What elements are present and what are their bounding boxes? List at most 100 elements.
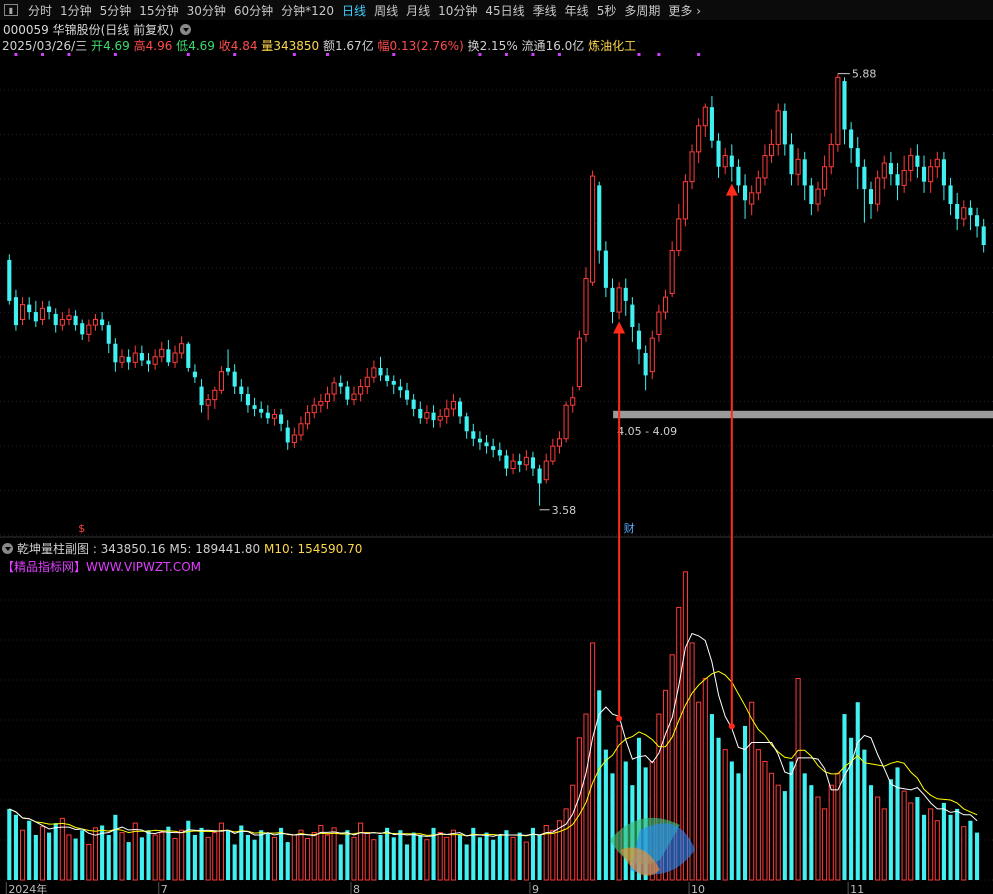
volume-bar-up — [39, 826, 46, 881]
candle-body-up — [92, 319, 99, 326]
candle-body-up — [570, 397, 576, 406]
candle-body-down — [491, 446, 496, 450]
candle-body-up — [755, 177, 761, 194]
candle-body-up — [212, 389, 218, 401]
volume-bar-up — [649, 760, 655, 881]
volume-bar-down — [630, 785, 635, 880]
volume-bar-down — [530, 827, 536, 880]
indicator-m10: M10: 154590.70 — [263, 542, 363, 556]
candle-body-down — [279, 414, 284, 424]
candle-body-down — [736, 166, 741, 186]
candle-body-up — [583, 278, 589, 335]
candle-body-down — [385, 375, 390, 381]
signal-dot — [325, 53, 329, 56]
volume-bar-down — [411, 832, 416, 880]
candle-body-down — [948, 185, 953, 205]
candle-body-down — [431, 412, 436, 421]
candle-body-up — [702, 106, 708, 127]
volume-bar-down — [252, 839, 257, 880]
candle-body-down — [782, 110, 787, 145]
volume-bar-up — [722, 749, 728, 881]
volume-bar-down — [709, 714, 714, 880]
volume-bar-down — [862, 749, 867, 880]
candle-body-up — [934, 158, 940, 168]
candle-body-down — [888, 163, 893, 175]
candle-body-up — [822, 166, 828, 190]
candle-body-down — [33, 312, 38, 322]
volume-bar-down — [948, 814, 953, 880]
volume-bar-up — [291, 834, 297, 881]
volume-bar-down — [477, 837, 482, 880]
candle-body-up — [676, 218, 682, 252]
signal-dot — [657, 53, 661, 56]
signal-dot — [531, 53, 535, 56]
support-zone-label: 4.05 - 4.09 — [617, 425, 677, 438]
volume-bar-up — [371, 839, 377, 881]
candle-body-down — [477, 438, 482, 443]
volume-bar-down — [921, 814, 927, 880]
volume-bar-down — [53, 823, 58, 880]
candle-body-up — [563, 404, 569, 440]
volume-bar-up — [212, 832, 218, 881]
candle-body-up — [616, 287, 622, 313]
volume-bar-up — [66, 834, 72, 881]
finance-marker: 财 — [624, 521, 635, 535]
candle-body-down — [729, 155, 734, 167]
volume-bar-down — [888, 779, 893, 880]
volume-bar-down — [285, 842, 290, 880]
volume-bar-down — [729, 761, 734, 880]
volume-bar-down — [7, 808, 12, 880]
candle-body-up — [86, 324, 92, 335]
volume-bar-up — [351, 836, 357, 881]
site-label: 【精品指标网】WWW.VIPWZT.COM — [2, 560, 202, 574]
indicator-dropdown-icon[interactable] — [2, 543, 13, 554]
candle-body-down — [113, 343, 118, 363]
indicator-m5: M5: 189441.80 — [169, 542, 261, 556]
candle-body-down — [391, 380, 396, 385]
signal-dot — [478, 53, 482, 56]
candle-body-up — [875, 177, 881, 205]
volume-bar-up — [696, 701, 702, 881]
signal-arrow-1-head — [613, 321, 626, 334]
volume-bar-up — [152, 834, 158, 881]
volume-bar-down — [457, 834, 463, 880]
candle-body-up — [159, 348, 165, 358]
candle-body-up — [119, 356, 125, 363]
candle-body-down — [259, 408, 264, 413]
volume-bar-down — [895, 767, 900, 880]
x-axis-label: 9 — [532, 883, 539, 894]
candle-body-up — [152, 356, 158, 365]
candle-body-down — [955, 204, 960, 219]
volume-bar-down — [603, 749, 608, 880]
candle-body-down — [100, 319, 105, 326]
volume-bar-down — [497, 834, 502, 880]
candle-body-up — [662, 296, 669, 313]
candle-body-down — [849, 129, 854, 149]
volume-bar-up — [795, 678, 801, 881]
volume-bar-down — [855, 702, 860, 880]
volume-bar-up — [875, 796, 881, 881]
volume-bar-down — [782, 791, 787, 880]
volume-bar-down — [842, 714, 847, 880]
candle-body-up — [769, 143, 775, 157]
candle-body-up — [722, 155, 728, 168]
candle-body-down — [338, 382, 343, 387]
candle-body-up — [371, 367, 377, 378]
volume-bar-up — [311, 832, 317, 881]
volume-bar-down — [941, 802, 946, 880]
candle-body-up — [205, 399, 211, 406]
volume-bar-up — [828, 784, 834, 881]
candle-body-down — [186, 343, 191, 368]
volume-bar-up — [702, 678, 708, 881]
dollar-marker: $ — [78, 522, 85, 535]
volume-bar-up — [86, 843, 92, 881]
volume-bar-down — [139, 837, 144, 880]
candle-body-up — [444, 408, 450, 417]
volume-bar-down — [245, 834, 250, 880]
candle-body-up — [881, 162, 887, 179]
candle-body-up — [424, 412, 430, 419]
candle-body-up — [649, 337, 655, 373]
volume-bar-down — [504, 830, 509, 880]
candle-body-down — [968, 207, 973, 216]
candle-body-up — [656, 311, 662, 335]
